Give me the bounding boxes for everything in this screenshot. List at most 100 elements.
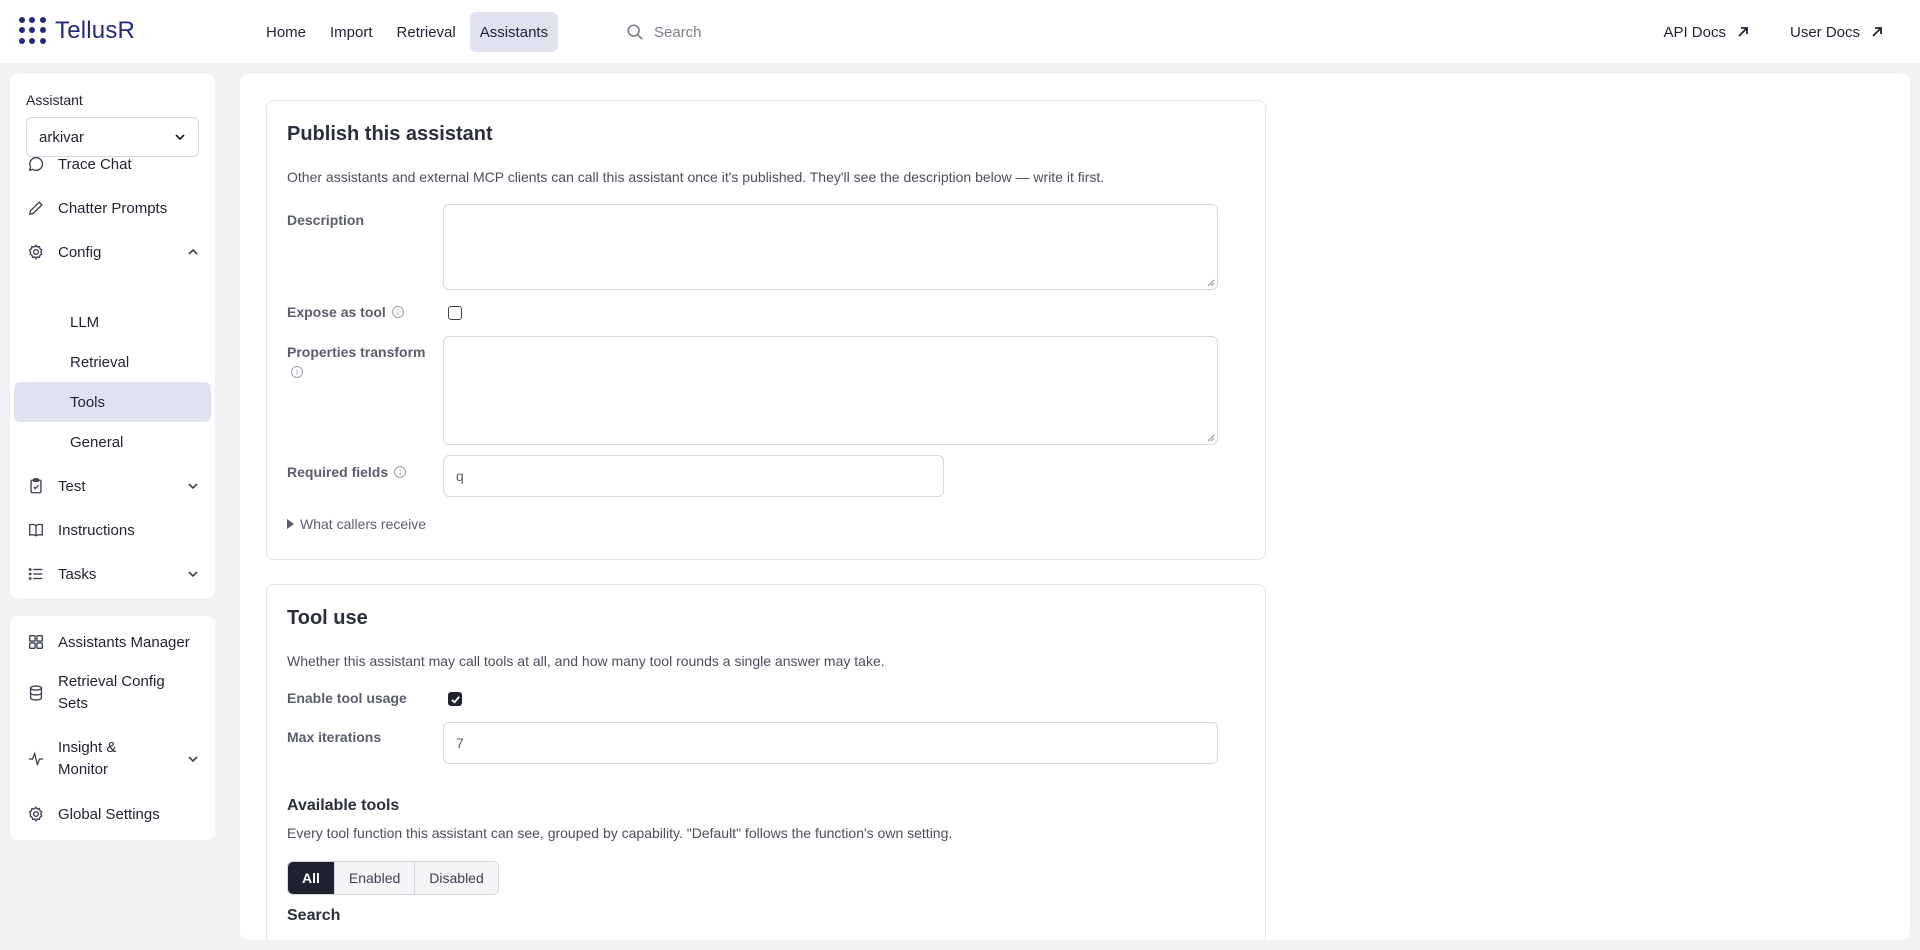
sidebar-item-label: Test	[58, 477, 86, 495]
info-icon[interactable]: i	[394, 466, 407, 478]
sidebar-item-label: Insight & Monitor	[58, 739, 117, 778]
resize-grip-icon[interactable]	[1207, 434, 1215, 442]
main-content: Publish this assistant Other assistants …	[240, 74, 1910, 940]
properties-transform-label-text: Properties transform	[287, 344, 426, 360]
tool-use-title: Tool use	[287, 607, 368, 629]
tools-search-label: Search	[287, 907, 341, 924]
activity-icon	[26, 749, 46, 769]
chevron-up-icon	[188, 248, 198, 255]
max-iterations-input[interactable]: 7	[443, 722, 1218, 764]
database-icon	[26, 683, 46, 703]
description-label-text: Description	[287, 212, 365, 228]
nav-home[interactable]: Home	[256, 12, 316, 52]
sidebar-item-config[interactable]: Config	[14, 232, 211, 272]
required-fields-input[interactable]: q	[443, 455, 944, 497]
chevron-down-icon	[175, 134, 185, 141]
expose-tool-label: Expose as tool i	[287, 304, 404, 320]
triangle-right-icon	[287, 519, 294, 529]
sidebar-item-label: Trace Chat	[58, 155, 132, 173]
sidebar-subitem-retrieval[interactable]: Retrieval	[14, 342, 211, 382]
list-icon	[26, 564, 46, 584]
required-fields-value: q	[456, 468, 464, 484]
properties-transform-label: Properties transform i	[287, 344, 425, 378]
sidebar-item-retrieval-config-sets[interactable]: Retrieval Config Sets	[14, 668, 211, 718]
sidebar-primary: Assistant arkivar Trace Chat Chatter Pro…	[10, 74, 215, 598]
info-icon[interactable]: i	[291, 366, 303, 378]
sidebar-item-instructions[interactable]: Instructions	[14, 510, 211, 550]
max-iterations-value: 7	[456, 735, 464, 751]
chevron-down-icon	[188, 483, 198, 490]
chevron-down-icon	[188, 571, 198, 578]
max-iterations-label-text: Max iterations	[287, 729, 382, 745]
description-textarea[interactable]	[443, 204, 1218, 290]
top-bar: TellusR Home Import Retrieval Assistants…	[0, 0, 1920, 63]
sidebar-item-label: Retrieval Config Sets	[58, 673, 165, 712]
assistant-select-value: arkivar	[39, 128, 85, 146]
sidebar-item-chatter-prompts[interactable]: Chatter Prompts	[14, 188, 211, 228]
tool-filter-segmented: All Enabled Disabled	[287, 861, 499, 895]
sidebar-item-label: Tasks	[58, 565, 97, 583]
nav-import[interactable]: Import	[320, 12, 383, 52]
global-search[interactable]: Search	[626, 12, 702, 52]
sidebar-subitem-general[interactable]: General	[14, 422, 211, 462]
what-callers-receive-label: What callers receive	[300, 516, 427, 532]
chat-bubble-icon	[26, 154, 46, 174]
assistant-label: Assistant	[26, 92, 83, 108]
external-arrow-icon	[1738, 27, 1748, 37]
logo-icon	[19, 17, 47, 45]
required-fields-label: Required fields i	[287, 464, 407, 480]
properties-transform-textarea[interactable]	[443, 336, 1218, 445]
sidebar-item-assistants-manager[interactable]: Assistants Manager	[14, 622, 211, 662]
expose-tool-checkbox[interactable]	[448, 306, 462, 320]
required-fields-label-text: Required fields	[287, 464, 389, 480]
top-links: API Docs User Docs	[1663, 12, 1920, 52]
tool-use-card: Tool use Whether this assistant may call…	[266, 584, 1266, 940]
gear-icon	[26, 242, 46, 262]
main-nav: Home Import Retrieval Assistants	[256, 12, 559, 52]
external-arrow-icon	[1872, 27, 1882, 37]
nav-assistants[interactable]: Assistants	[469, 12, 559, 52]
filter-all-button[interactable]: All	[288, 862, 335, 894]
sidebar-secondary: Assistants Manager Retrieval Config Sets…	[10, 616, 215, 840]
checkmark-icon	[450, 695, 460, 704]
filter-disabled-button[interactable]: Disabled	[415, 862, 498, 894]
nav-retrieval[interactable]: Retrieval	[387, 12, 466, 52]
api-docs-link[interactable]: API Docs	[1663, 12, 1750, 52]
sidebar-item-label: Instructions	[58, 521, 135, 539]
tool-use-description: Whether this assistant may call tools at…	[287, 653, 885, 669]
what-callers-receive-toggle[interactable]: What callers receive	[287, 516, 426, 532]
publish-card: Publish this assistant Other assistants …	[266, 100, 1266, 560]
search-placeholder: Search	[654, 23, 702, 41]
description-label: Description	[287, 212, 364, 228]
app-logo[interactable]: TellusR	[19, 17, 135, 45]
sidebar-subitem-tools[interactable]: Tools	[14, 382, 211, 422]
resize-grip-icon[interactable]	[1207, 279, 1215, 287]
sidebar-item-trace-chat[interactable]: Trace Chat	[14, 144, 211, 184]
sidebar-item-label: Chatter Prompts	[58, 199, 168, 217]
publish-title: Publish this assistant	[287, 123, 493, 145]
available-tools-description: Every tool function this assistant can s…	[287, 825, 953, 841]
sidebar-subitem-llm[interactable]: LLM	[14, 302, 211, 342]
sidebar-item-global-settings[interactable]: Global Settings	[14, 794, 211, 834]
chevron-down-icon	[188, 756, 198, 763]
pencil-icon	[26, 198, 46, 218]
available-tools-title: Available tools	[287, 797, 400, 814]
max-iterations-label: Max iterations	[287, 729, 381, 745]
app-name: TellusR	[55, 17, 136, 44]
book-icon	[26, 520, 46, 540]
gear-icon	[26, 804, 46, 824]
enable-tool-usage-label: Enable tool usage	[287, 690, 407, 706]
enable-tool-usage-label-text: Enable tool usage	[287, 690, 407, 706]
enable-tool-usage-checkbox[interactable]	[448, 692, 462, 706]
user-docs-link[interactable]: User Docs	[1790, 12, 1884, 52]
sidebar-item-test[interactable]: Test	[14, 466, 211, 506]
sidebar-item-tasks[interactable]: Tasks	[14, 554, 211, 594]
sidebar-item-insight-monitor[interactable]: Insight & Monitor	[14, 734, 211, 784]
api-docs-label: API Docs	[1663, 23, 1726, 41]
clipboard-check-icon	[26, 476, 46, 496]
expose-tool-label-text: Expose as tool	[287, 304, 386, 320]
sidebar-item-label: Assistants Manager	[58, 633, 190, 651]
filter-enabled-button[interactable]: Enabled	[334, 862, 416, 894]
publish-description: Other assistants and external MCP client…	[287, 169, 1105, 185]
info-icon[interactable]: i	[391, 306, 404, 318]
